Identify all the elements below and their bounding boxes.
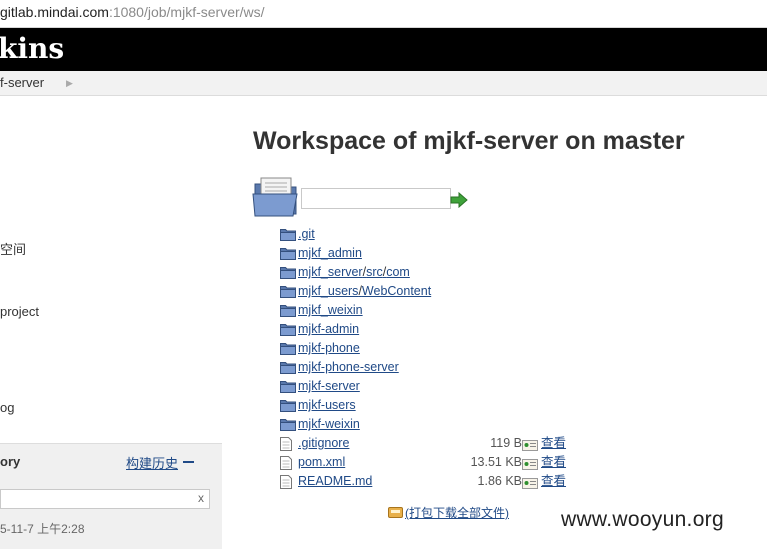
breadcrumb-item-job[interactable]: f-server [0, 71, 44, 95]
folder-row: mjkf_server/src/com [280, 263, 580, 282]
file-link[interactable]: README.md [298, 472, 372, 491]
breadcrumb: f-server ▶ [0, 71, 767, 96]
folder-link[interactable]: mjkf-users [298, 396, 356, 415]
trend-dash-icon [183, 461, 194, 463]
folder-row: mjkf_admin [280, 244, 580, 263]
folder-link[interactable]: mjkf-phone-server [298, 358, 399, 377]
file-row: .gitignore 119 B 查看 [280, 434, 580, 453]
path-segment-link[interactable]: mjkf_users [298, 284, 358, 298]
folder-row: .git [280, 225, 580, 244]
file-row: README.md 1.86 KB 查看 [280, 472, 580, 491]
path-segment-link[interactable]: README.md [298, 474, 372, 488]
build-filter-input[interactable]: x [0, 489, 210, 509]
zip-link-label[interactable]: (打包下载全部文件) [405, 504, 509, 521]
path-segment-link[interactable]: mjkf-weixin [298, 417, 360, 431]
view-file-link[interactable]: 查看 [541, 434, 566, 453]
path-segment-link[interactable]: mjkf_weixin [298, 303, 363, 317]
path-segment-link[interactable]: .git [298, 227, 315, 241]
path-segment-link[interactable]: mjkf-server [298, 379, 360, 393]
folder-row: mjkf-phone [280, 339, 580, 358]
folder-row: mjkf-users [280, 396, 580, 415]
path-segment-link[interactable]: pom.xml [298, 455, 345, 469]
folder-link[interactable]: mjkf_weixin [298, 301, 363, 320]
sidebar-item-workspace[interactable]: 空间 [0, 239, 26, 258]
build-history-trend-link[interactable]: 构建历史 [126, 453, 178, 472]
folder-link[interactable]: mjkf_server/src/com [298, 263, 410, 282]
sidebar-item-project[interactable]: project [0, 304, 39, 319]
file-size: 1.86 KB [477, 474, 522, 488]
jenkins-logo[interactable]: kins [0, 32, 64, 65]
path-segment-link[interactable]: mjkf-admin [298, 322, 359, 336]
folder-link[interactable]: mjkf_admin [298, 244, 362, 263]
folder-link[interactable]: mjkf-phone [298, 339, 360, 358]
folder-row: mjkf_users/WebContent [280, 282, 580, 301]
workspace-path-input[interactable] [301, 188, 451, 209]
file-icon [280, 475, 292, 495]
path-segment-link[interactable]: mjkf-phone-server [298, 360, 399, 374]
url-path: :1080/job/mjkf-server/ws/ [108, 4, 265, 20]
view-file-link[interactable]: 查看 [541, 472, 566, 491]
page-title: Workspace of mjkf-server on master [253, 127, 685, 155]
folder-link[interactable]: mjkf-weixin [298, 415, 360, 434]
build-history-panel: ory 构建历史 x 5-11-7 上午2:28 [0, 443, 222, 549]
sidebar-item-log[interactable]: og [0, 400, 14, 415]
path-segment-link[interactable]: mjkf_server [298, 265, 363, 279]
file-size: 13.51 KB [470, 455, 522, 469]
fingerprint-icon[interactable] [522, 476, 538, 495]
folder-link[interactable]: mjkf_users/WebContent [298, 282, 431, 301]
folder-row: mjkf-phone-server [280, 358, 580, 377]
path-segment-link[interactable]: src [366, 265, 383, 279]
path-segment-link[interactable]: mjkf-phone [298, 341, 360, 355]
file-row: pom.xml 13.51 KB 查看 [280, 453, 580, 472]
folder-row: mjkf-weixin [280, 415, 580, 434]
folder-link[interactable]: mjkf-admin [298, 320, 359, 339]
watermark: www.wooyun.org [561, 508, 724, 531]
build-history-title: ory [0, 454, 21, 469]
breadcrumb-arrow-icon[interactable]: ▶ [66, 71, 73, 95]
folder-row: mjkf-admin [280, 320, 580, 339]
file-link[interactable]: pom.xml [298, 453, 345, 472]
clear-filter-icon[interactable]: x [198, 491, 204, 505]
path-segment-link[interactable]: .gitignore [298, 436, 349, 450]
folder-link[interactable]: mjkf-server [298, 377, 360, 396]
view-file-link[interactable]: 查看 [541, 453, 566, 472]
folder-row: mjkf-server [280, 377, 580, 396]
workspace-folder-icon [252, 176, 300, 223]
address-bar[interactable]: gitlab.mindai.com:1080/job/mjkf-server/w… [0, 0, 767, 28]
path-segment-link[interactable]: com [386, 265, 410, 279]
path-segment-link[interactable]: WebContent [362, 284, 431, 298]
file-link[interactable]: .gitignore [298, 434, 349, 453]
jenkins-header: kins [0, 28, 767, 71]
zip-package-icon [388, 506, 403, 521]
path-segment-link[interactable]: mjkf_admin [298, 246, 362, 260]
path-segment-link[interactable]: mjkf-users [298, 398, 356, 412]
url-host: gitlab.mindai.com [0, 4, 109, 20]
folder-link[interactable]: .git [298, 225, 315, 244]
go-arrow-icon[interactable] [450, 191, 468, 213]
build-date[interactable]: 5-11-7 上午2:28 [0, 520, 85, 537]
folder-row: mjkf_weixin [280, 301, 580, 320]
file-size: 119 B [490, 436, 522, 450]
